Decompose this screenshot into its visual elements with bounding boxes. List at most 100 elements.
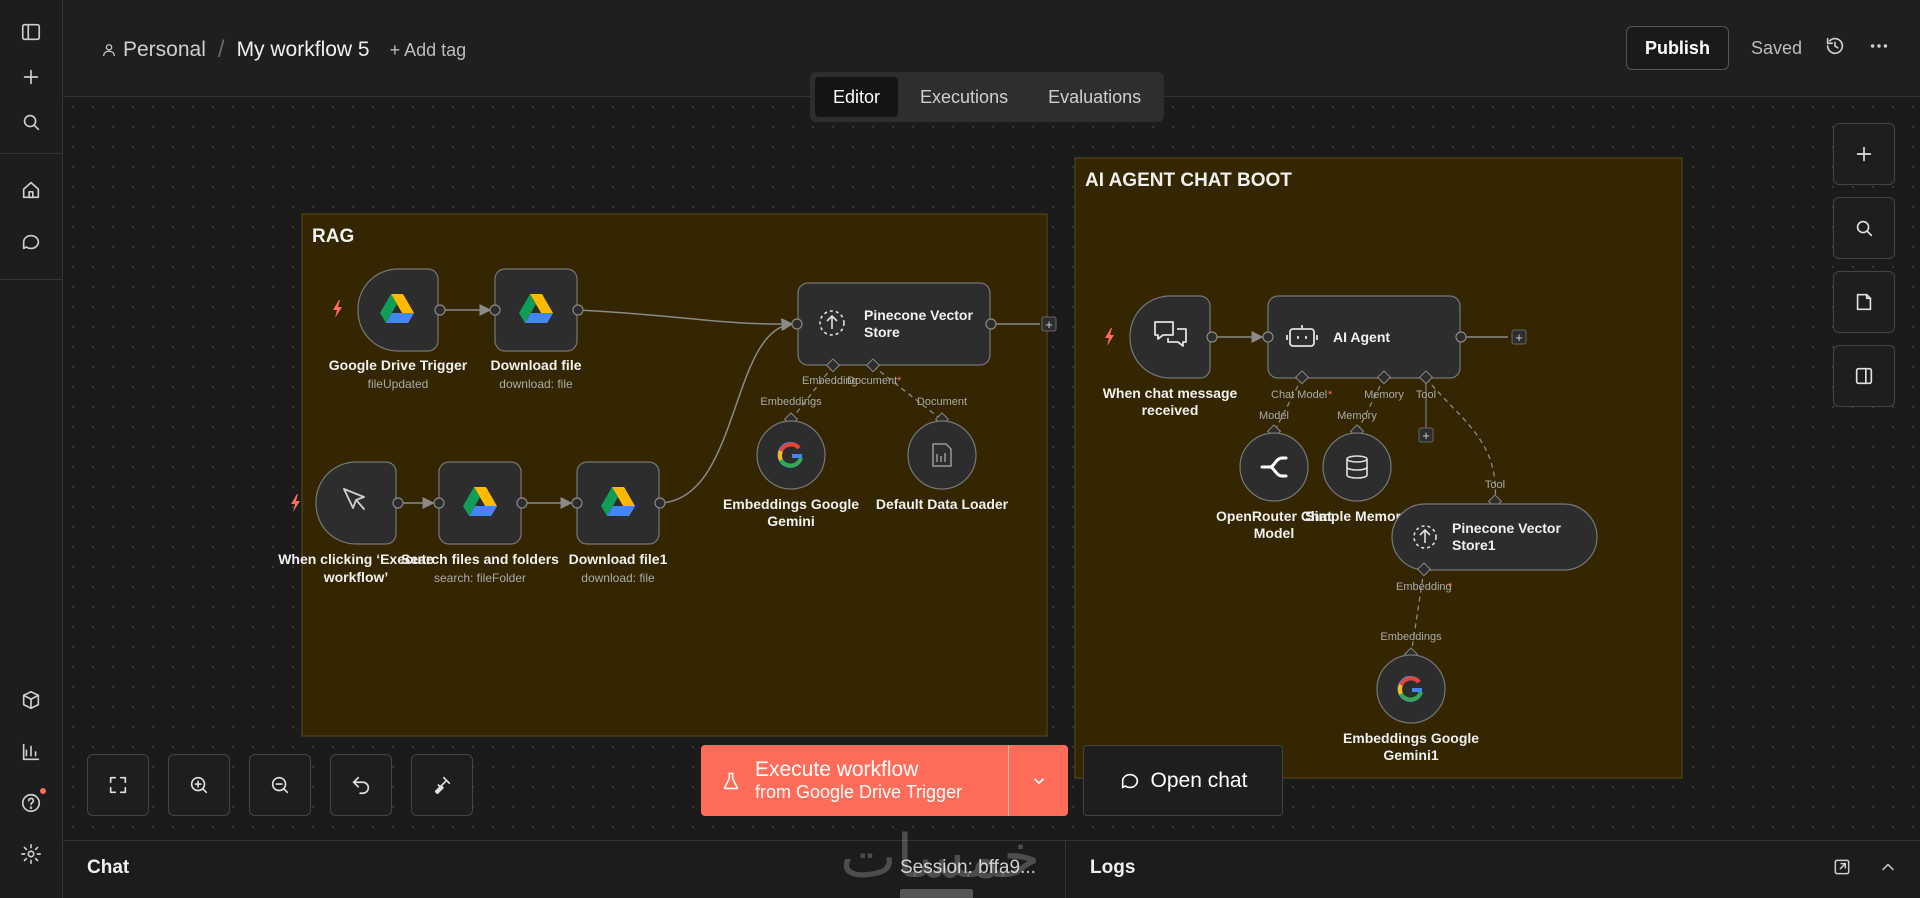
chat-icon [1121,773,1138,789]
user-icon [103,44,115,57]
workflow-graph: RAG AI AGENT CHAT BOOT Google Drive Trig… [278,157,1683,779]
add-sticky-button[interactable] [1833,271,1895,333]
tab-evaluations[interactable]: Evaluations [1030,77,1159,117]
execute-sublabel: from Google Drive Trigger [755,782,963,803]
port-label-tool: Tool [1416,389,1436,401]
tab-editor[interactable]: Editor [815,77,899,117]
chat-icon[interactable] [16,227,46,257]
node-title: Pinecone Vector [1452,520,1561,536]
add-tag-button[interactable]: + Add tag [390,40,467,61]
add-node-button[interactable] [1833,123,1895,185]
svg-text:+: + [1422,428,1430,443]
undo-icon [352,776,370,795]
toggle-panel-button[interactable] [1833,345,1895,407]
required-marker: * [1328,389,1333,401]
notification-dot [40,788,46,794]
zoom-in-button[interactable] [168,754,230,816]
zoom-out-button[interactable] [249,754,311,816]
home-icon[interactable] [16,175,46,205]
execute-workflow-main[interactable]: Execute workflow from Google Drive Trigg… [701,745,1008,816]
port-label-document: Document [917,396,967,408]
node-title: AI Agent [1333,329,1390,345]
sidebar-divider [0,279,63,280]
search-icon[interactable] [16,107,46,137]
view-tabs: Editor Executions Evaluations [810,72,1165,122]
templates-icon[interactable] [16,685,46,715]
bottom-logs-panel: Chat Session: bffa9... Logs [63,840,1920,898]
insights-icon[interactable] [16,737,46,767]
settings-gear-icon[interactable] [16,839,46,869]
breadcrumb-separator: / [217,36,225,63]
sticky-title-rag: RAG [312,226,354,247]
breadcrumb: Personal / My workflow 5 + Add tag [101,36,466,64]
tab-executions[interactable]: Executions [902,77,1026,117]
publish-button[interactable]: Publish [1625,26,1729,70]
chat-panel-title[interactable]: Chat [87,857,129,879]
required-marker: * [1448,581,1453,593]
open-chat-button[interactable]: Open chat [1083,745,1283,816]
workflow-title[interactable]: My workflow 5 [237,38,370,62]
workflow-canvas[interactable]: RAG AI AGENT CHAT BOOT Google Drive Trig… [63,97,1920,840]
node-title-line2: Gemini1 [1383,747,1438,763]
panel-divider[interactable] [1065,841,1066,898]
required-marker: * [897,375,902,387]
sidebar-toggle-icon[interactable] [16,17,46,47]
port-label-memory: Memory [1337,410,1377,422]
node-download-file1[interactable]: Download file1 download: file [569,461,668,585]
fullscreen-icon [109,776,127,794]
canvas-bottom-toolbar [87,754,473,816]
node-title: Embeddings Google [1343,730,1479,746]
execute-workflow-button[interactable]: Execute workflow from Google Drive Trigg… [701,745,1068,816]
node-title: When chat message [1103,385,1238,401]
port-label-embeddings: Embeddings [1380,631,1442,643]
node-title-line2: received [1142,402,1199,418]
sticky-note-icon [1856,293,1872,311]
zoom-out-icon [271,776,289,794]
project-name: Personal [123,38,206,61]
session-scroll-indicator [900,889,973,898]
execute-label: Execute workflow [755,758,919,782]
broom-icon [434,776,451,795]
node-subtitle: fileUpdated [368,377,429,391]
node-subtitle: search: fileFolder [434,571,526,585]
node-title-line2: Store [864,324,900,340]
plus-icon [1856,146,1872,162]
port-label-embedding: Embedding [1396,581,1452,593]
open-chat-label: Open chat [1150,768,1248,792]
node-title: Download file [491,357,582,373]
panel-icon [1855,367,1873,385]
port-label-document: Document [847,375,897,387]
port-label-model: Model [1259,410,1289,422]
node-title: Search files and folders [401,551,559,567]
pop-out-icon[interactable] [1832,857,1852,877]
history-icon[interactable] [1824,35,1846,62]
project-link[interactable]: Personal [101,38,206,62]
node-title: Embeddings Google [723,496,859,512]
plus-icon[interactable] [16,62,46,92]
node-download-file[interactable]: Download file download: file [489,268,584,391]
node-title-line2: Model [1254,525,1294,541]
panel-actions [1832,857,1898,877]
sidebar-divider [0,153,63,154]
logs-panel-title[interactable]: Logs [1090,857,1135,879]
chevron-up-icon[interactable] [1878,857,1898,877]
header-actions: Publish Saved [1625,26,1890,70]
bolt-icon [291,494,300,512]
undo-button[interactable] [330,754,392,816]
more-options-icon[interactable] [1868,35,1890,62]
sticky-title-agent: AI AGENT CHAT BOOT [1085,170,1292,191]
svg-text:+: + [1515,330,1523,345]
execute-dropdown-button[interactable] [1008,745,1068,816]
port-label-chat-model: Chat Model [1271,389,1327,401]
node-title: Google Drive Trigger [329,357,468,373]
search-nodes-button[interactable] [1833,197,1895,259]
n8n-workflow-editor: Personal / My workflow 5 + Add tag Publi… [0,0,1920,898]
tidy-up-button[interactable] [411,754,473,816]
help-icon[interactable] [16,788,46,818]
port-label-tool: Tool [1485,479,1505,491]
fit-view-button[interactable] [87,754,149,816]
session-id[interactable]: Session: bffa9... [900,857,1036,879]
node-title-line2: workflow’ [323,569,389,585]
node-subtitle: download: file [499,377,573,391]
saved-status: Saved [1750,37,1802,58]
